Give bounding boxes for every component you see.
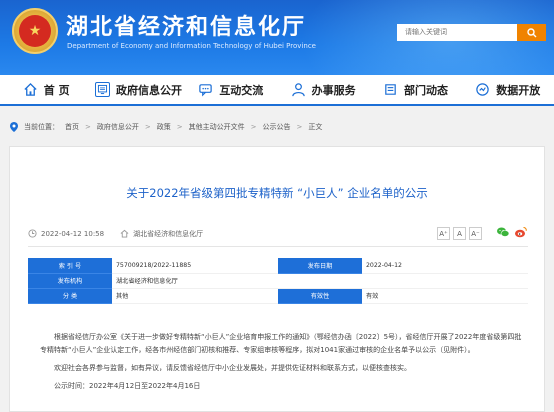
- weibo-icon[interactable]: [514, 225, 528, 239]
- font-size-medium-button[interactable]: A: [453, 227, 466, 240]
- table-key: 有效性: [278, 288, 362, 304]
- nav-interaction[interactable]: 互动交流: [185, 75, 277, 104]
- clock-icon: [28, 229, 37, 238]
- table-key: 索 引 号: [28, 258, 112, 274]
- breadcrumb: 当前位置： 首页 > 政府信息公开 > 政策 > 其他主动公开文件 > 公示公告…: [10, 122, 322, 132]
- table-row: 索 引 号 757009218/2022-11885 发布日期 2022-04-…: [28, 258, 528, 274]
- service-icon: [291, 82, 306, 97]
- breadcrumb-other-files[interactable]: 其他主动公开文件: [189, 122, 245, 132]
- nav-data[interactable]: 数据开放: [462, 75, 554, 104]
- breadcrumb-separator: >: [250, 123, 257, 131]
- chat-icon: [198, 82, 213, 97]
- article-source: 湖北省经济和信息化厅: [133, 229, 204, 238]
- table-key: 分 类: [28, 288, 112, 304]
- table-value: 湖北省经济和信息化厅: [112, 273, 528, 289]
- site-title[interactable]: 湖北省经济和信息化厅: [66, 9, 306, 41]
- search-icon: [526, 27, 536, 37]
- data-icon: [475, 82, 490, 97]
- body-paragraph: 根据省经信厅办公室《关于进一步做好专精特新“小巨人”企业培育申报工作的通知》（鄂…: [40, 333, 522, 354]
- location-pin-icon: [10, 122, 18, 132]
- font-size-large-button[interactable]: A⁺: [437, 227, 450, 240]
- nav-home-label: 首 页: [43, 83, 70, 97]
- table-value: 757009218/2022-11885: [112, 258, 278, 274]
- table-row: 发布机构 湖北省经济和信息化厅: [28, 273, 528, 289]
- nav-interaction-label: 互动交流: [219, 83, 264, 97]
- font-size-controls: A⁺ A A⁻: [437, 227, 482, 240]
- table-value: 2022-04-12: [362, 258, 528, 274]
- national-emblem-icon: ★: [12, 8, 58, 54]
- article-meta: 2022-04-12 10:58 湖北省经济和信息化厅 A⁺ A A⁻: [28, 221, 528, 247]
- nav-service[interactable]: 办事服务: [277, 75, 369, 104]
- article-info-table: 索 引 号 757009218/2022-11885 发布日期 2022-04-…: [28, 258, 528, 304]
- article-title: 关于2022年省级第四批专精特新 “小巨人” 企业名单的公示: [126, 186, 428, 200]
- search-button[interactable]: [517, 24, 546, 41]
- body-paragraph: 公示时间：2022年4月12日至2022年4月16日: [54, 382, 201, 390]
- nav-info-disclosure[interactable]: 政府信息公开: [92, 75, 184, 104]
- font-size-small-button[interactable]: A⁻: [469, 227, 482, 240]
- nav-data-label: 数据开放: [496, 83, 541, 97]
- article-body: 根据省经信厅办公室《关于进一步做好专精特新“小巨人”企业培育申报工作的通知》（鄂…: [40, 331, 525, 398]
- body-paragraph: 欢迎社会各界参与监督，如有异议，请反馈省经信厅中小企业发展处，并提供佐证材料和联…: [54, 364, 411, 372]
- search-input[interactable]: [397, 24, 517, 41]
- nav-info-disclosure-label: 政府信息公开: [115, 83, 182, 97]
- table-value: 有效: [362, 288, 528, 304]
- site-subtitle: Department of Economy and Information Te…: [67, 42, 316, 50]
- breadcrumb-policy[interactable]: 政策: [157, 122, 171, 132]
- breadcrumb-current: 正文: [308, 123, 323, 131]
- nav-news-label: 部门动态: [403, 83, 448, 97]
- share-buttons: [496, 225, 528, 239]
- breadcrumb-home[interactable]: 首页: [65, 122, 79, 132]
- wechat-icon[interactable]: [496, 225, 510, 239]
- breadcrumb-separator: >: [144, 123, 151, 131]
- breadcrumb-prefix: 当前位置：: [24, 123, 59, 131]
- table-value: 其他: [112, 288, 278, 304]
- info-disclosure-icon: [94, 82, 110, 97]
- table-key: 发布机构: [28, 273, 112, 289]
- article-date: 2022-04-12 10:58: [41, 229, 105, 238]
- breadcrumb-announcements[interactable]: 公示公告: [263, 122, 291, 132]
- nav-news[interactable]: 部门动态: [369, 75, 461, 104]
- table-key: 发布日期: [278, 258, 362, 274]
- home-icon: [23, 82, 38, 97]
- breadcrumb-info-disclosure[interactable]: 政府信息公开: [97, 122, 139, 132]
- nav-service-label: 办事服务: [311, 83, 356, 97]
- site-header: ★ 湖北省经济和信息化厅 Department of Economy and I…: [0, 0, 554, 75]
- nav-home[interactable]: 首 页: [0, 75, 92, 104]
- source-icon: [120, 229, 129, 238]
- main-nav: 首 页 政府信息公开 互动交流 办事服务 部门动态 数据开放: [0, 75, 554, 106]
- breadcrumb-separator: >: [176, 123, 183, 131]
- breadcrumb-separator: >: [296, 123, 303, 131]
- table-row: 分 类 其他 有效性 有效: [28, 288, 528, 304]
- article-panel: 关于2022年省级第四批专精特新 “小巨人” 企业名单的公示 2022-04-1…: [9, 146, 545, 412]
- news-icon: [383, 82, 398, 97]
- breadcrumb-separator: >: [85, 123, 91, 131]
